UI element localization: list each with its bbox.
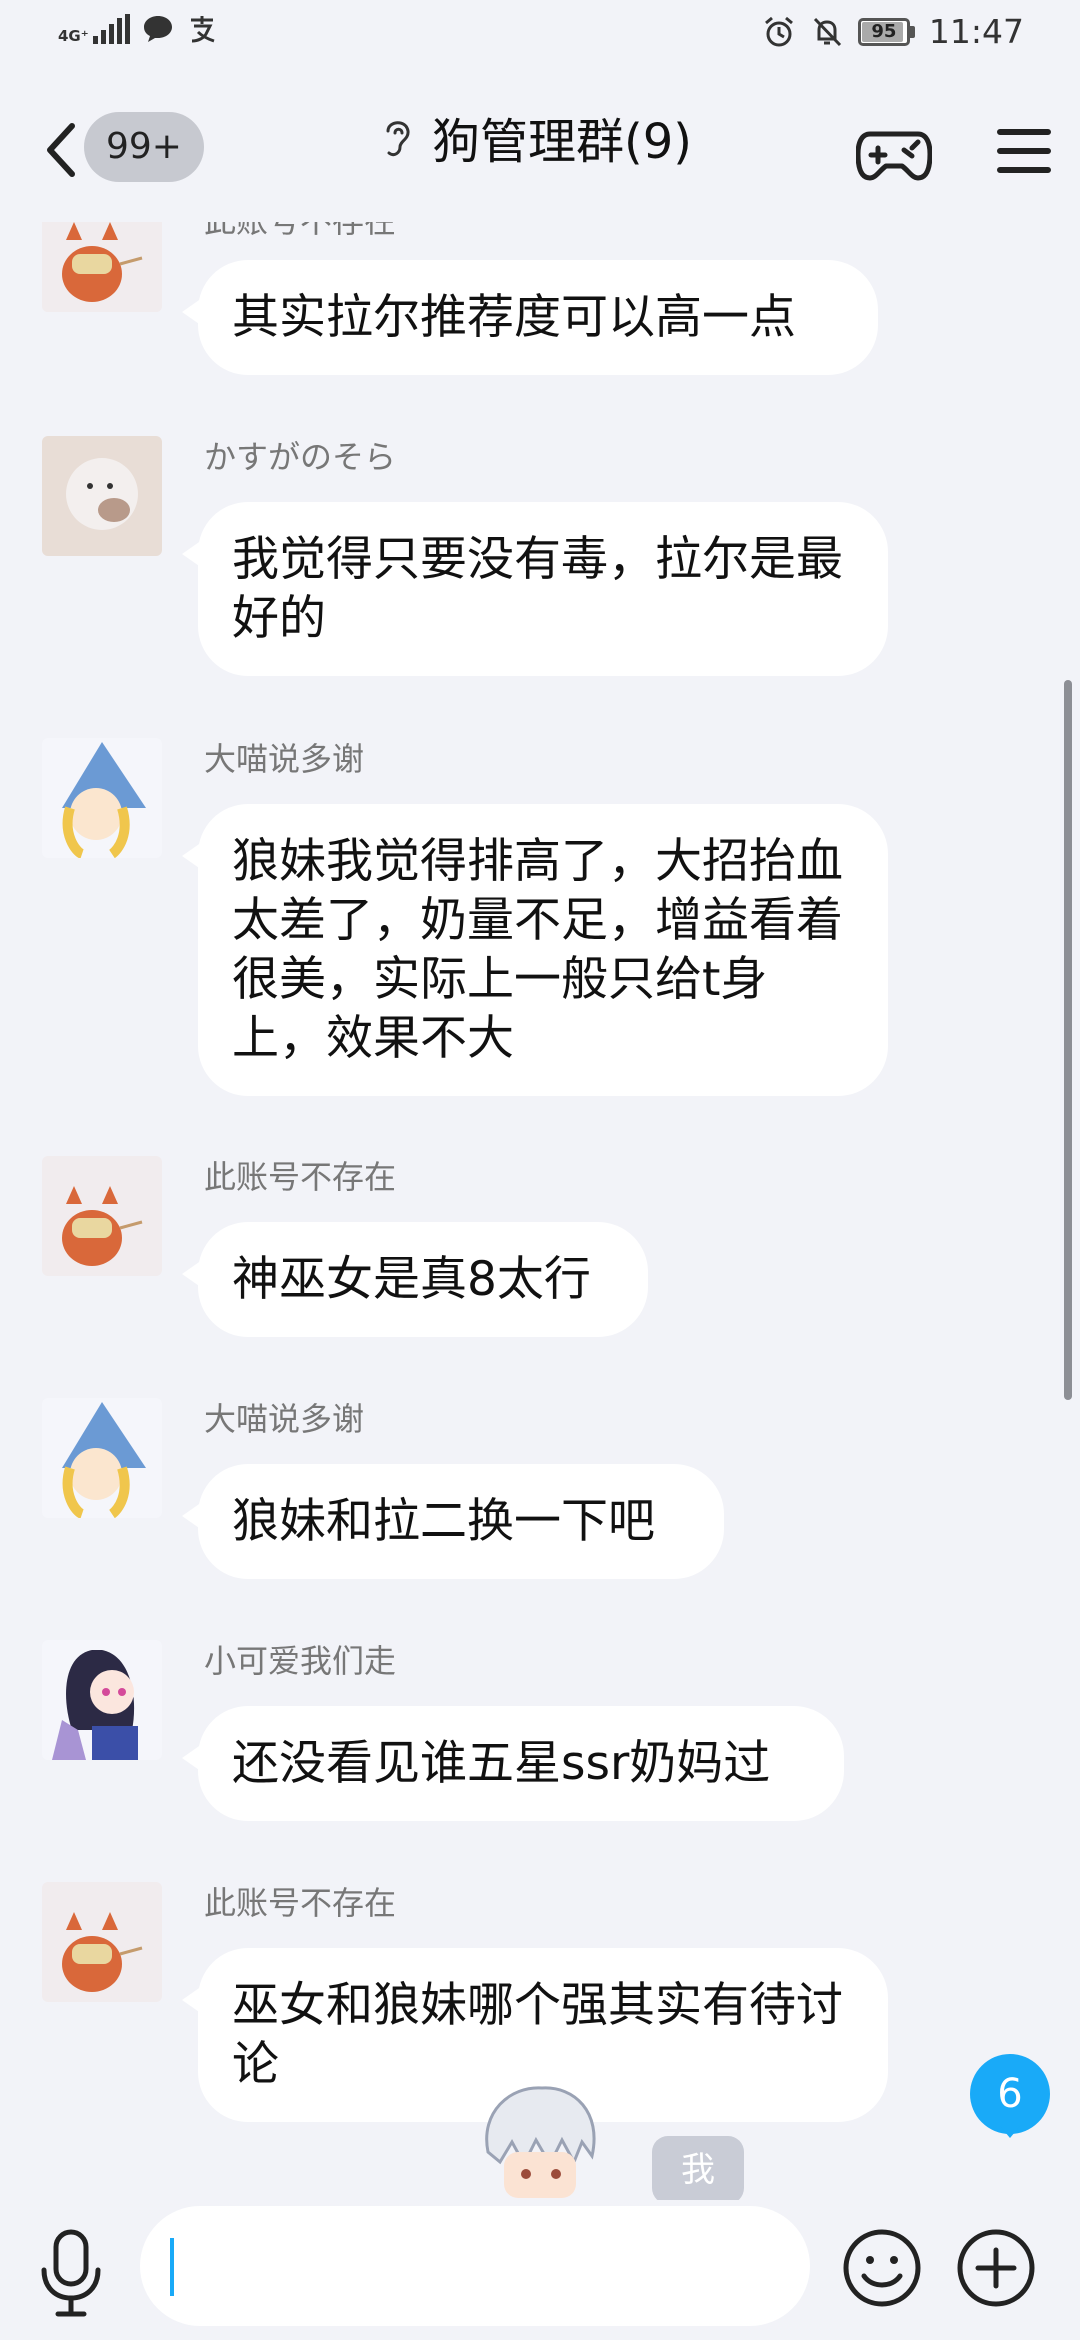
signal-icon: 4G⁺ <box>58 14 130 44</box>
avatar[interactable] <box>42 436 162 556</box>
avatar[interactable] <box>42 1156 162 1276</box>
status-right: 95 11:47 <box>762 12 1024 51</box>
text-caret <box>170 2238 174 2296</box>
new-message-badge[interactable]: 6 <box>970 2054 1050 2134</box>
message-bubble[interactable]: 神巫女是真8太行 <box>182 1222 648 1337</box>
message-bubble[interactable]: 其实拉尔推荐度可以高一点 <box>182 260 878 375</box>
battery-level: 95 <box>871 20 897 42</box>
unread-count-badge[interactable]: 99+ <box>84 112 204 182</box>
status-left: 4G⁺ <box>58 14 218 44</box>
sender-name: 此账号不存在 <box>204 222 396 242</box>
status-bar: 4G⁺ 95 11:47 <box>0 0 1080 72</box>
ear-icon <box>386 121 410 157</box>
message-bubble[interactable]: 狼妹和拉二换一下吧 <box>182 1464 724 1579</box>
sender-name: かすがのそら <box>204 438 397 476</box>
clock: 11:47 <box>928 12 1024 51</box>
microphone-icon[interactable] <box>36 2228 106 2318</box>
message-bubble[interactable]: 我觉得只要没有毒，拉尔是最好的 <box>182 502 888 676</box>
badge-tail <box>1000 2126 1020 2138</box>
chat-header: 99+ 狗管理群(9) <box>0 72 1080 222</box>
me-label[interactable]: 我 <box>652 2136 744 2204</box>
sender-name: 小可爱我们走 <box>204 1642 397 1680</box>
back-arrow-icon[interactable] <box>40 120 80 180</box>
avatar[interactable] <box>42 1398 162 1518</box>
signal-bars <box>92 14 130 44</box>
battery-icon: 95 <box>857 17 915 46</box>
alarm-icon <box>764 16 793 46</box>
mute-icon <box>813 17 841 46</box>
gamepad-icon[interactable] <box>856 120 932 184</box>
network-type: 4G⁺ <box>58 27 89 45</box>
chat-title: 狗管理群(9) <box>432 114 692 170</box>
my-avatar[interactable] <box>470 2082 610 2198</box>
emoji-icon[interactable] <box>842 2228 922 2308</box>
sender-name: 大喵说多谢 <box>204 740 365 778</box>
avatar[interactable] <box>42 1640 162 1760</box>
avatar[interactable] <box>42 738 162 858</box>
message-icon <box>143 16 172 42</box>
message-list[interactable]: 此账号不存在 其实拉尔推荐度可以高一点 かすがのそら 我觉得只要没有毒，拉尔是最… <box>0 222 1080 2206</box>
message-bubble[interactable]: 狼妹我觉得排高了，大招抬血太差了，奶量不足，增益看着很美，实际上一般只给t身上，… <box>182 804 888 1096</box>
sender-name: 此账号不存在 <box>204 1158 397 1196</box>
alipay-icon <box>190 16 215 43</box>
avatar[interactable] <box>42 222 162 312</box>
scrollbar[interactable] <box>1064 680 1072 1400</box>
sender-name: 大喵说多谢 <box>204 1400 365 1438</box>
sender-name: 此账号不存在 <box>204 1884 397 1922</box>
menu-icon[interactable] <box>996 126 1052 176</box>
input-bar <box>0 2200 1080 2340</box>
plus-icon[interactable] <box>956 2228 1036 2308</box>
chat-title-area[interactable]: 狗管理群(9) <box>380 102 692 172</box>
message-input[interactable] <box>140 2206 810 2326</box>
message-bubble[interactable]: 还没看见谁五星ssr奶妈过 <box>182 1706 844 1821</box>
avatar[interactable] <box>42 1882 162 2002</box>
